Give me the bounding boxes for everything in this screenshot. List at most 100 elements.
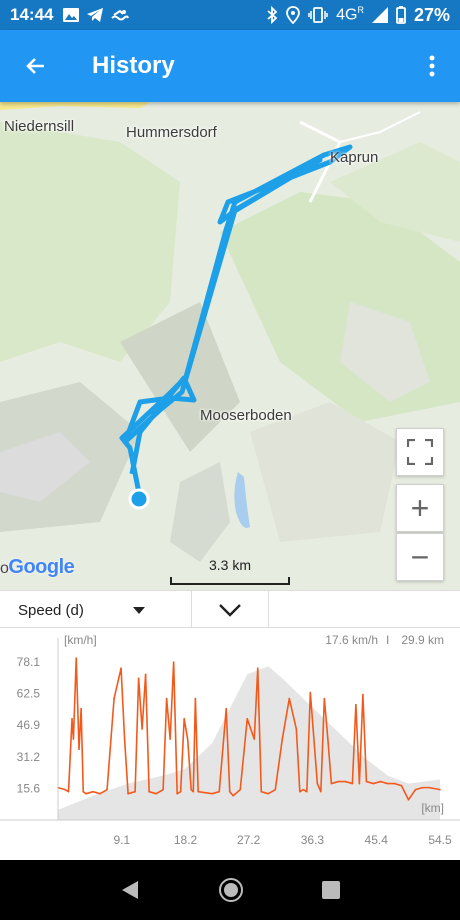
speed-point: [256, 667, 259, 670]
place-label-kaprun: Kaprun: [330, 149, 379, 166]
speed-point: [169, 738, 171, 740]
speed-point: [372, 782, 375, 785]
arrow-left-icon: [26, 58, 44, 74]
y-tick-label: 31.2: [17, 750, 41, 764]
back-button[interactable]: [0, 30, 72, 102]
speed-point: [190, 788, 192, 791]
speed-point: [71, 718, 73, 720]
speed-point: [260, 790, 263, 793]
speed-point: [75, 657, 78, 659]
map-scale: 3.3 km: [170, 557, 290, 585]
triangle-back-icon[interactable]: [119, 879, 141, 901]
square-recents-icon[interactable]: [321, 880, 341, 900]
speed-point: [78, 748, 80, 750]
speed-point: [439, 788, 441, 791]
chart-svg: 78.1 62.5 46.9 31.2 15.6 9.1 18.2 27.2 36.3 45.4 5…: [0, 633, 460, 847]
speed-point: [253, 738, 256, 740]
zoom-in-button[interactable]: +: [396, 484, 444, 532]
zoom-out-button[interactable]: −: [396, 533, 444, 581]
speed-point: [386, 782, 389, 785]
y-tick-label: 62.5: [17, 687, 41, 701]
speed-point: [155, 792, 157, 795]
speed-point: [99, 792, 101, 795]
overflow-menu-button[interactable]: [404, 30, 460, 102]
x-tick-label: 36.3: [301, 833, 325, 847]
google-attribution[interactable]: oGoogle: [0, 556, 75, 579]
x-tick-label: 9.1: [113, 833, 130, 847]
speed-point: [274, 788, 277, 791]
map-view[interactable]: Niedernsill Hummersdorf Kaprun Mooserbod…: [0, 102, 460, 590]
place-label-niedernsill: Niedernsill: [4, 118, 75, 135]
bluetooth-icon: [267, 6, 278, 24]
speed-point: [137, 677, 140, 680]
chart-type-dropdown[interactable]: Speed (d): [0, 591, 192, 629]
speed-point: [165, 697, 168, 700]
speed-point: [414, 788, 417, 791]
chart-type-label: Speed (d): [18, 601, 84, 619]
image-icon: [63, 8, 80, 22]
speed-point: [144, 673, 147, 676]
speed-point: [327, 738, 329, 740]
speed-point: [123, 738, 126, 740]
x-tick-label: 18.2: [174, 833, 198, 847]
speed-point: [225, 707, 228, 710]
speed-point: [421, 786, 424, 789]
fullscreen-button[interactable]: [396, 428, 444, 476]
battery-percent: 27%: [413, 4, 450, 25]
speed-point: [172, 661, 175, 663]
x-tick-label: 45.4: [365, 833, 389, 847]
page-title: History: [92, 52, 175, 79]
stat-separator: I: [386, 633, 389, 647]
speed-point: [162, 788, 164, 791]
speed-point: [309, 691, 312, 694]
speed-point: [362, 693, 364, 696]
speed-point: [306, 790, 308, 793]
speed-point: [365, 780, 368, 783]
speed-point: [355, 703, 357, 706]
swim-icon: [111, 9, 130, 21]
speed-point: [192, 790, 195, 793]
speed-point: [64, 788, 66, 791]
speed-point: [316, 782, 319, 785]
speed-point: [400, 784, 403, 787]
y-tick-label: 15.6: [17, 781, 41, 795]
battery-icon: [396, 6, 406, 24]
speed-point: [197, 790, 199, 793]
vibrate-icon: [308, 7, 328, 23]
speed-point: [428, 786, 431, 789]
speed-point: [232, 794, 235, 797]
status-time: 14:44: [10, 5, 54, 24]
speed-point: [337, 780, 340, 783]
speed-point: [330, 782, 333, 785]
speed-point: [176, 792, 178, 795]
gps-track: [119, 144, 353, 510]
status-bar: 14:44 4GR 27%: [0, 0, 460, 30]
expand-chart-button[interactable]: [192, 591, 269, 629]
more-vert-icon: [429, 55, 435, 77]
speed-point: [393, 782, 396, 785]
y-tick-label: 46.9: [17, 718, 41, 732]
place-label-hummersdorf: Hummersdorf: [126, 124, 217, 141]
system-nav-bar: [0, 860, 460, 920]
speed-point: [379, 780, 382, 783]
scale-bar: [170, 577, 290, 585]
speed-point: [228, 790, 231, 793]
network-type: 4GR: [336, 5, 364, 24]
circle-home-icon[interactable]: [218, 877, 244, 903]
speed-point: [358, 782, 361, 785]
app-bar: History: [0, 30, 460, 102]
speed-point: [320, 790, 322, 793]
speed-point: [299, 790, 301, 793]
speed-point: [113, 697, 115, 700]
place-label-mooserboden: Mooserboden: [200, 407, 292, 424]
speed-point: [72, 738, 75, 740]
telegram-icon: [87, 8, 104, 22]
speed-chart[interactable]: 78.1 62.5 46.9 31.2 15.6 9.1 18.2 27.2 36.3 45.4 5…: [0, 628, 460, 858]
speed-point: [127, 792, 129, 795]
speed-point: [179, 790, 182, 793]
speed-point: [323, 697, 326, 700]
speed-point: [67, 790, 70, 793]
chart-selector-row: Speed (d): [0, 590, 460, 629]
speed-point: [92, 790, 94, 793]
speed-point: [281, 738, 284, 740]
